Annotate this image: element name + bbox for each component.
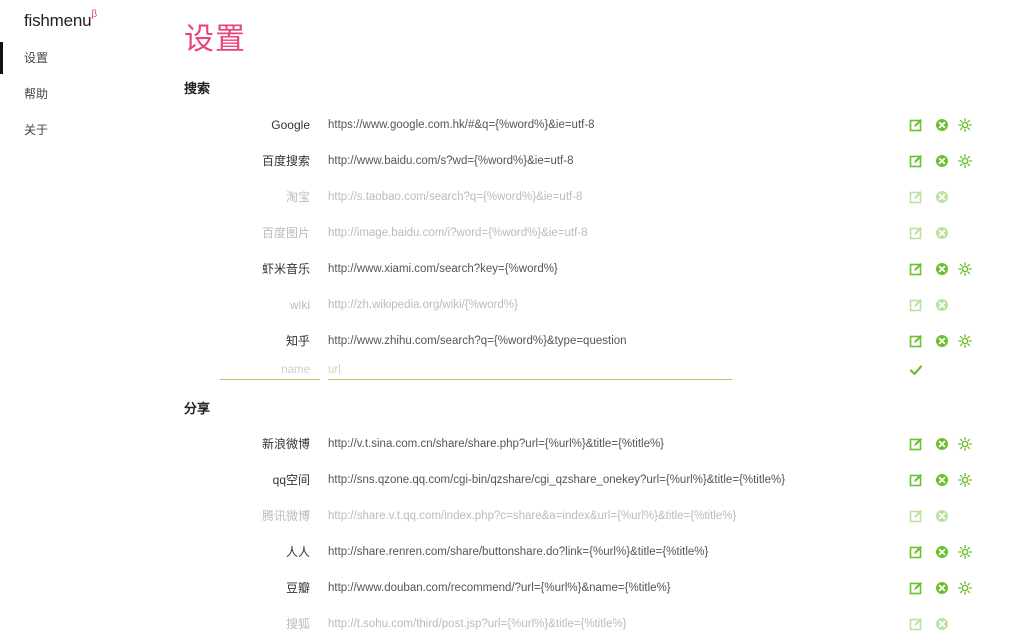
item-url: http://www.baidu.com/s?wd={%word%}&ie=ut… (328, 155, 574, 167)
item-url: http://zh.wikipedia.org/wiki/{%word%} (328, 299, 518, 311)
sun-icon[interactable] (957, 261, 973, 277)
item-url: http://s.taobao.com/search?q={%word%}&ie… (328, 191, 583, 203)
item-name: qq空间 (272, 473, 310, 487)
delete-icon[interactable] (935, 437, 949, 451)
sidebar-item-about[interactable]: 关于 (24, 120, 48, 140)
delete-icon[interactable] (935, 190, 949, 204)
item-name: 新浪微博 (261, 437, 310, 451)
delete-icon[interactable] (935, 298, 949, 312)
delete-icon[interactable] (935, 473, 949, 487)
section-title-share: 分享 (184, 401, 211, 416)
item-url: http://www.douban.com/recommend/?url={%u… (328, 582, 671, 594)
delete-icon[interactable] (935, 334, 949, 348)
page-title: 设置 (184, 23, 246, 56)
item-url: http://www.xiami.com/search?key={%word%} (328, 263, 558, 275)
section-title-search: 搜索 (184, 81, 211, 96)
new-url-input[interactable] (328, 360, 732, 380)
item-name: 百度搜索 (261, 154, 310, 168)
item-url: http://share.v.t.qq.com/index.php?c=shar… (328, 510, 737, 522)
edit-icon[interactable] (909, 262, 923, 276)
delete-icon[interactable] (935, 545, 949, 559)
edit-icon[interactable] (909, 437, 923, 451)
list-item: 人人 http://share.renren.com/share/buttonsh… (200, 542, 990, 562)
item-name: 百度图片 (261, 226, 310, 240)
list-item: 新浪微博 http://v.t.sina.com.cn/share/share.p… (200, 434, 990, 454)
edit-icon[interactable] (909, 190, 923, 204)
item-url: https://www.google.com.hk/#&q={%word%}&i… (328, 119, 595, 131)
delete-icon[interactable] (935, 226, 949, 240)
list-item: 知乎 http://www.zhihu.com/search?q={%word%}… (200, 331, 990, 351)
item-name: 腾讯微博 (261, 509, 310, 523)
sun-icon[interactable] (957, 472, 973, 488)
edit-icon[interactable] (909, 298, 923, 312)
new-search-entry (220, 360, 990, 382)
list-item: 百度图片 http://image.baidu.com/i?word={%word… (200, 223, 990, 243)
item-name: 搜狐 (285, 617, 310, 631)
item-name: 知乎 (285, 334, 310, 348)
list-item: 腾讯微博 http://share.v.t.qq.com/index.php?c=… (200, 506, 990, 526)
item-name: 人人 (285, 545, 310, 559)
item-url: http://v.t.sina.com.cn/share/share.php?u… (328, 438, 665, 450)
edit-icon[interactable] (909, 154, 923, 168)
sun-icon[interactable] (957, 580, 973, 596)
delete-icon[interactable] (935, 154, 949, 168)
delete-icon[interactable] (935, 118, 949, 132)
list-item: wiki http://zh.wikipedia.org/wiki/{%word%… (200, 295, 990, 315)
item-name: 虾米音乐 (261, 262, 310, 276)
edit-icon[interactable] (909, 226, 923, 240)
list-item: qq空间 http://sns.qzone.qq.com/cgi-bin/qzsh… (200, 470, 990, 490)
item-name: wiki (290, 298, 310, 312)
edit-icon[interactable] (909, 581, 923, 595)
item-name: 淘宝 (285, 190, 310, 204)
sidebar-item-settings[interactable]: 设置 (24, 48, 48, 68)
edit-icon[interactable] (909, 473, 923, 487)
item-name: Google (271, 118, 310, 132)
moon-icon[interactable] (958, 509, 972, 523)
edit-icon[interactable] (909, 545, 923, 559)
delete-icon[interactable] (935, 617, 949, 631)
sidebar: fishmenuβ 设置 帮助 关于 (0, 0, 140, 638)
edit-icon[interactable] (909, 617, 923, 631)
logo-beta-mark: β (91, 9, 97, 21)
list-item: 百度搜索 http://www.baidu.com/s?wd={%word%}&i… (200, 151, 990, 171)
logo-text: fishmenu (24, 11, 92, 30)
app-logo: fishmenuβ (24, 9, 97, 31)
item-url: http://share.renren.com/share/buttonshar… (328, 546, 709, 558)
sun-icon[interactable] (957, 333, 973, 349)
check-icon[interactable] (909, 363, 923, 377)
item-url: http://www.zhihu.com/search?q={%word%}&t… (328, 335, 627, 347)
sun-icon[interactable] (957, 117, 973, 133)
edit-icon[interactable] (909, 118, 923, 132)
item-url: http://t.sohu.com/third/post.jsp?url={%u… (328, 618, 627, 630)
new-name-input[interactable] (220, 360, 320, 380)
moon-icon[interactable] (958, 190, 972, 204)
edit-icon[interactable] (909, 334, 923, 348)
item-name: 豆瓣 (285, 581, 310, 595)
moon-icon[interactable] (958, 298, 972, 312)
sidebar-item-help[interactable]: 帮助 (24, 84, 48, 104)
list-item: 豆瓣 http://www.douban.com/recommend/?url={… (200, 578, 990, 598)
delete-icon[interactable] (935, 262, 949, 276)
moon-icon[interactable] (958, 617, 972, 631)
list-item: 搜狐 http://t.sohu.com/third/post.jsp?url={… (200, 614, 990, 634)
list-item: 虾米音乐 http://www.xiami.com/search?key={%wo… (200, 259, 990, 279)
list-item: Google https://www.google.com.hk/#&q={%wo… (200, 115, 990, 135)
list-item: 淘宝 http://s.taobao.com/search?q={%word%}&… (200, 187, 990, 207)
edit-icon[interactable] (909, 509, 923, 523)
item-url: http://image.baidu.com/i?word={%word%}&i… (328, 227, 588, 239)
item-url: http://sns.qzone.qq.com/cgi-bin/qzshare/… (328, 474, 786, 486)
moon-icon[interactable] (958, 226, 972, 240)
sun-icon[interactable] (957, 544, 973, 560)
sun-icon[interactable] (957, 436, 973, 452)
delete-icon[interactable] (935, 509, 949, 523)
sun-icon[interactable] (957, 153, 973, 169)
delete-icon[interactable] (935, 581, 949, 595)
active-nav-indicator (0, 42, 3, 74)
